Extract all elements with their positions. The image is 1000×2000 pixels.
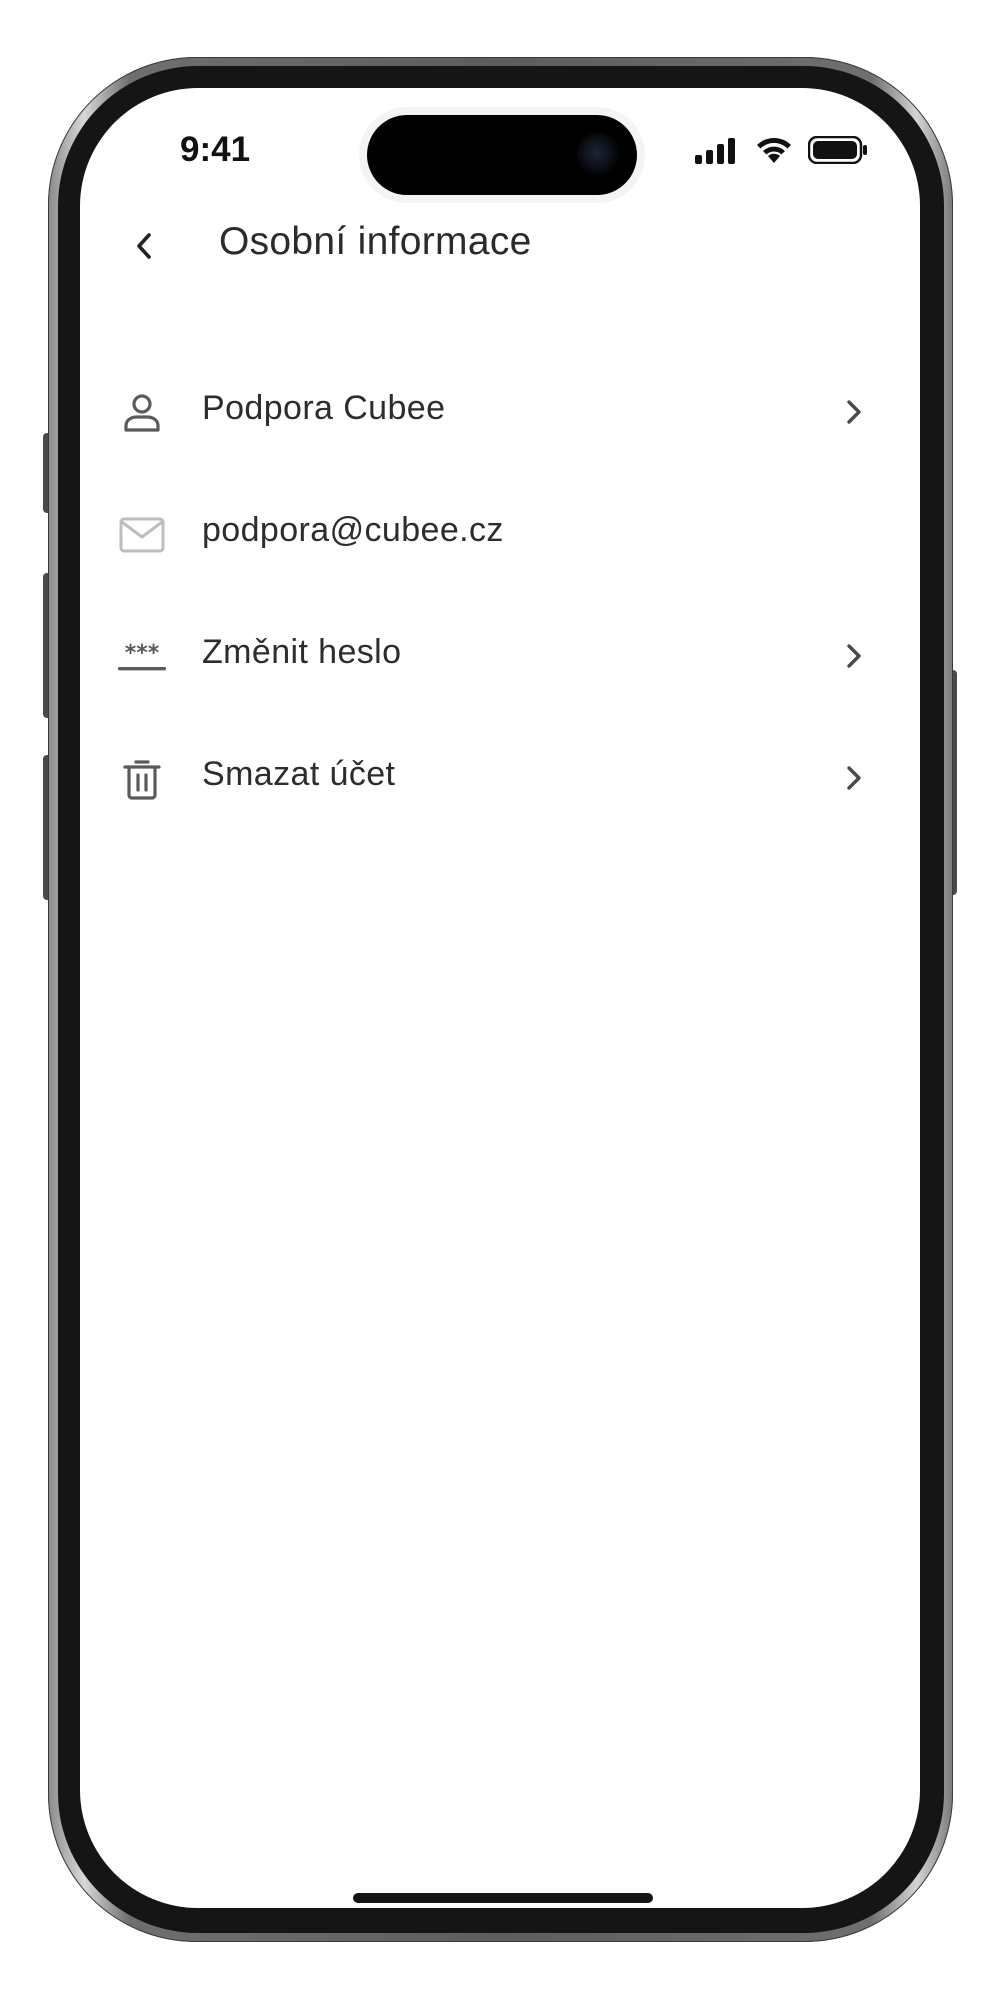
battery-icon bbox=[808, 136, 867, 164]
camera-icon bbox=[577, 133, 621, 177]
cellular-signal-icon bbox=[695, 138, 735, 164]
chevron-right-icon bbox=[837, 639, 871, 673]
user-icon bbox=[114, 385, 170, 441]
list-item-label: Změnit heslo bbox=[202, 633, 402, 671]
device-mockup: 9:41 Osobní informace Podpora Cubee podp… bbox=[0, 0, 1000, 2000]
chevron-right-icon bbox=[837, 761, 871, 795]
list-item-label: podpora@cubee.cz bbox=[202, 511, 504, 549]
chevron-right-icon bbox=[837, 395, 871, 429]
list-item-label: Podpora Cubee bbox=[202, 389, 446, 427]
chevron-left-icon bbox=[137, 233, 151, 259]
mail-icon bbox=[114, 507, 170, 563]
home-indicator[interactable] bbox=[353, 1893, 653, 1903]
list-item-profile[interactable]: Podpora Cubee bbox=[80, 351, 920, 473]
password-icon: *** bbox=[114, 629, 170, 685]
page-title: Osobní informace bbox=[219, 220, 532, 263]
dynamic-island bbox=[367, 115, 637, 195]
back-button[interactable] bbox=[112, 214, 176, 278]
header: Osobní informace bbox=[80, 188, 920, 308]
settings-list: Podpora Cubee podpora@cubee.cz *** Změni… bbox=[80, 351, 920, 839]
screen: 9:41 Osobní informace Podpora Cubee podp… bbox=[80, 88, 920, 1908]
list-item-label: Smazat účet bbox=[202, 755, 396, 793]
status-time: 9:41 bbox=[180, 130, 251, 169]
list-item-email: podpora@cubee.cz bbox=[80, 473, 920, 595]
trash-icon bbox=[114, 751, 170, 807]
list-item-password[interactable]: *** Změnit heslo bbox=[80, 595, 920, 717]
list-item-delete[interactable]: Smazat účet bbox=[80, 717, 920, 839]
svg-text:***: *** bbox=[125, 641, 160, 666]
wifi-icon bbox=[757, 137, 791, 163]
